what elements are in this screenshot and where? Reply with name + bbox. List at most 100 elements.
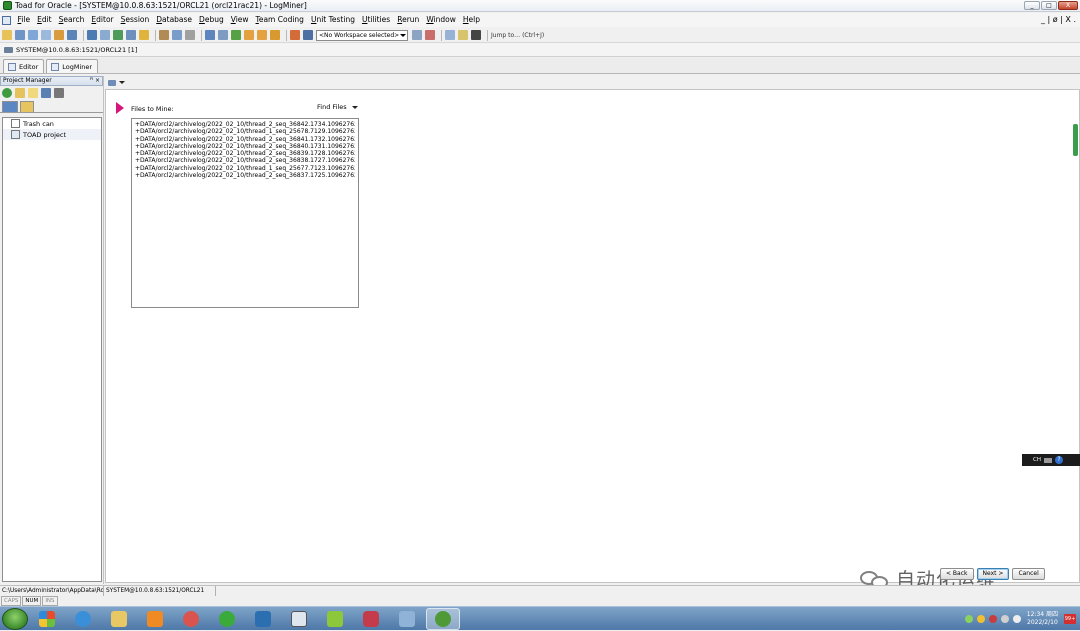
taskbar-app-browser[interactable] [210,608,244,630]
list-item[interactable]: +DATA/orcl2/archivelog/2022_02_10/thread… [135,165,355,172]
security-icon[interactable] [976,615,985,623]
workspace-delete-icon[interactable] [425,30,435,40]
maximize-button[interactable]: □ [1041,1,1057,10]
report-icon[interactable] [100,30,110,40]
list-item[interactable]: +DATA/orcl2/archivelog/2022_02_10/thread… [135,157,355,164]
find-files-button[interactable]: Find Files [317,103,358,111]
files-list[interactable]: +DATA/orcl2/archivelog/2022_02_10/thread… [131,118,359,308]
taskbar-app-media[interactable] [138,608,172,630]
list-item[interactable]: +DATA/orcl2/archivelog/2022_02_10/thread… [135,150,355,157]
back-button[interactable]: < Back [940,568,974,580]
export-icon[interactable] [54,30,64,40]
tree-item-toad-project[interactable]: TOAD project [3,129,101,140]
cap-icon[interactable] [471,30,481,40]
taskbar-app-toad[interactable] [426,607,460,630]
new-editor-icon[interactable] [2,30,12,40]
menu-session[interactable]: Session [117,13,153,27]
display-icon[interactable] [1000,615,1009,623]
chevron-down-icon[interactable] [119,81,125,84]
open-folder-icon[interactable] [15,88,25,98]
taskbar-app-explorer[interactable] [102,608,136,630]
lock-icon[interactable] [244,30,254,40]
sql-icon[interactable] [28,30,38,40]
menu-search[interactable]: Search [55,13,88,27]
menu-unit-testing[interactable]: Unit Testing [307,13,358,27]
volume-icon[interactable] [1012,615,1021,623]
tab-editor[interactable]: Editor [3,59,45,73]
next-button[interactable]: Next > [976,568,1010,580]
start-button[interactable] [2,607,28,630]
taskbar-app-console[interactable] [282,608,316,630]
taskbar-app-puzzle[interactable] [318,608,352,630]
network-icon[interactable] [964,615,973,623]
disconnect-icon[interactable] [303,30,313,40]
connection-label[interactable]: SYSTEM@10.0.8.63:1521/ORCL21 [1] [16,46,137,54]
document-menu-icon[interactable] [2,15,11,25]
taskbar-app-tool[interactable] [174,608,208,630]
lightning-icon[interactable] [139,30,149,40]
menu-team-coding[interactable]: Team Coding [252,13,307,27]
notification-badge[interactable]: 99+ [1064,614,1076,624]
taskbar-app-tablet[interactable] [390,608,424,630]
list-item[interactable]: +DATA/orcl2/archivelog/2022_02_10/thread… [135,136,355,143]
menu-editor[interactable]: Editor [88,13,117,27]
ime-language-bar[interactable]: CH ? [1022,454,1080,466]
grid-icon[interactable] [87,30,97,40]
minimize-button[interactable]: _ [1024,1,1040,10]
logminer-toolbar [104,76,1080,89]
add-icon[interactable] [2,88,12,98]
run-icon[interactable] [231,30,241,40]
tables-icon[interactable] [205,30,215,40]
window-app-icon [255,610,271,627]
flag-icon[interactable] [988,615,997,623]
menu-file[interactable]: File [14,13,34,27]
list-item[interactable]: +DATA/orcl2/archivelog/2022_02_10/thread… [135,121,355,128]
mdi-controls[interactable]: _ | ø | X . [1041,15,1076,24]
taskbar-app-ie[interactable] [66,608,100,630]
taskbar-app-window[interactable] [246,608,280,630]
commit-icon[interactable] [270,30,280,40]
session-icon[interactable] [113,30,123,40]
filter-icon[interactable] [185,30,195,40]
menu-database[interactable]: Database [153,13,196,27]
tab-project-tree[interactable] [2,101,18,112]
options-icon[interactable] [172,30,182,40]
print-icon[interactable] [54,88,64,98]
menu-help[interactable]: Help [459,13,483,27]
menu-rerun[interactable]: Rerun [394,13,423,27]
tab-logminer[interactable]: LogMiner [46,59,99,73]
cancel-button[interactable]: Cancel [1012,568,1045,580]
list-item[interactable]: +DATA/orcl2/archivelog/2022_02_10/thread… [135,172,355,179]
menu-utilities[interactable]: Utilities [358,13,393,27]
window-icon[interactable] [67,30,77,40]
workspace-select[interactable]: <No Workspace selected> [316,29,408,41]
taskbar-app-windows[interactable] [30,608,64,630]
tab-files[interactable] [20,101,34,112]
side-handle[interactable] [1073,124,1078,156]
connect-icon[interactable] [290,30,300,40]
menu-view[interactable]: View [227,13,252,27]
explain-icon[interactable] [126,30,136,40]
workspace-save-icon[interactable] [412,30,422,40]
menu-window[interactable]: Window [423,13,460,27]
schema-browser-icon[interactable] [15,30,25,40]
table-icon[interactable] [41,30,51,40]
copy-icon[interactable] [445,30,455,40]
menu-edit[interactable]: Edit [34,13,56,27]
find-icon[interactable] [159,30,169,40]
pin-close-icons[interactable]: ꟸ × [90,77,100,85]
unlock-icon[interactable] [257,30,267,40]
tree-item-trash-can[interactable]: Trash can [3,118,101,129]
save-icon[interactable] [41,88,51,98]
new-item-icon[interactable] [28,88,38,98]
jump-to-input[interactable]: Jump to… (Ctrl+J) [491,32,544,39]
close-button[interactable]: X [1058,1,1078,10]
list-item[interactable]: +DATA/orcl2/archivelog/2022_02_10/thread… [135,143,355,150]
list-item[interactable]: +DATA/orcl2/archivelog/2022_02_10/thread… [135,128,355,135]
wizard-icon[interactable] [108,79,116,86]
db-icon[interactable] [218,30,228,40]
menu-debug[interactable]: Debug [196,13,228,27]
clock[interactable]: 12:34 周四 2022/2/10 [1027,611,1058,627]
taskbar-app-database[interactable] [354,608,388,630]
folder-icon[interactable] [458,30,468,40]
